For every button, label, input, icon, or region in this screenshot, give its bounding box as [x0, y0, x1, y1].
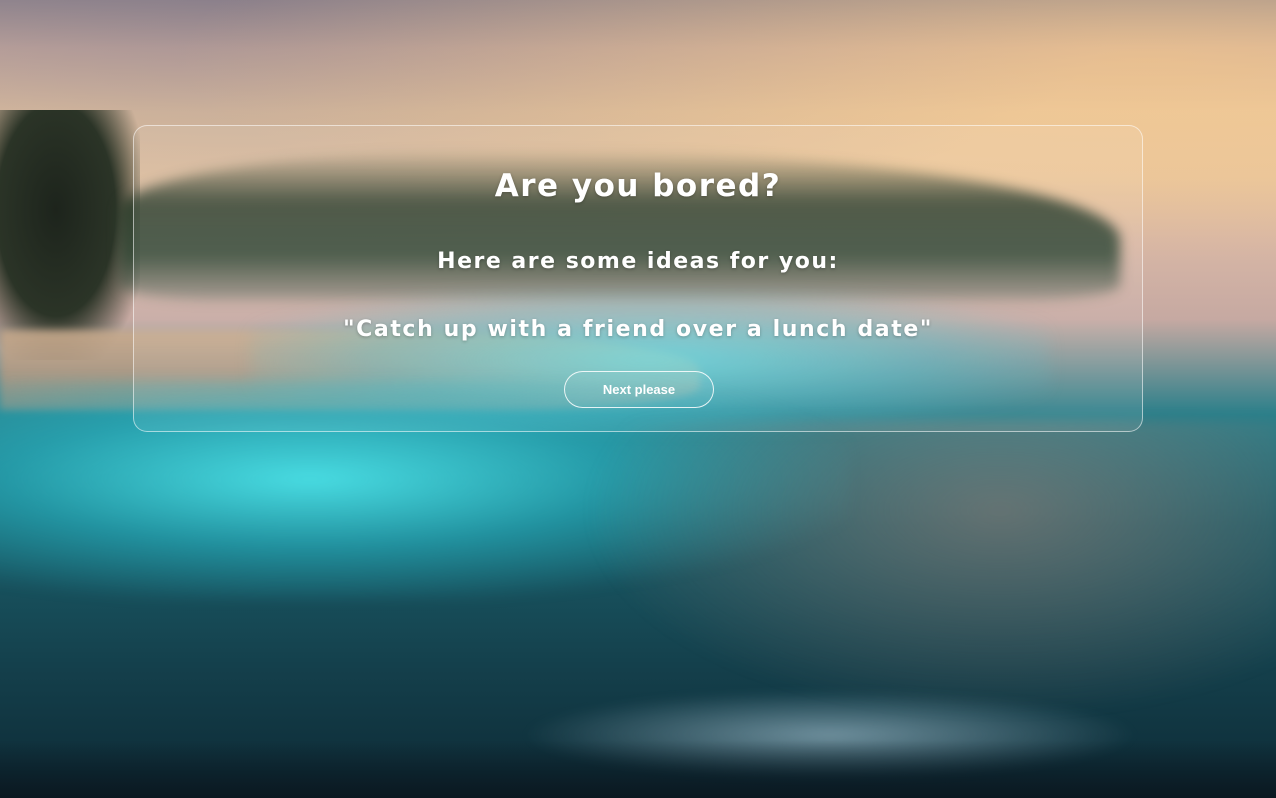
idea-card: Are you bored? Here are some ideas for y… — [133, 125, 1143, 432]
next-please-button[interactable]: Next please — [564, 371, 714, 408]
idea-text: "Catch up with a friend over a lunch dat… — [343, 317, 933, 342]
background-shadow — [0, 740, 1276, 798]
background-scene: Are you bored? Here are some ideas for y… — [0, 0, 1276, 798]
page-title: Are you bored? — [494, 168, 782, 204]
background-palm-trees — [0, 110, 140, 360]
background-ocean — [580, 420, 1276, 720]
ideas-subtitle: Here are some ideas for you: — [437, 249, 839, 274]
